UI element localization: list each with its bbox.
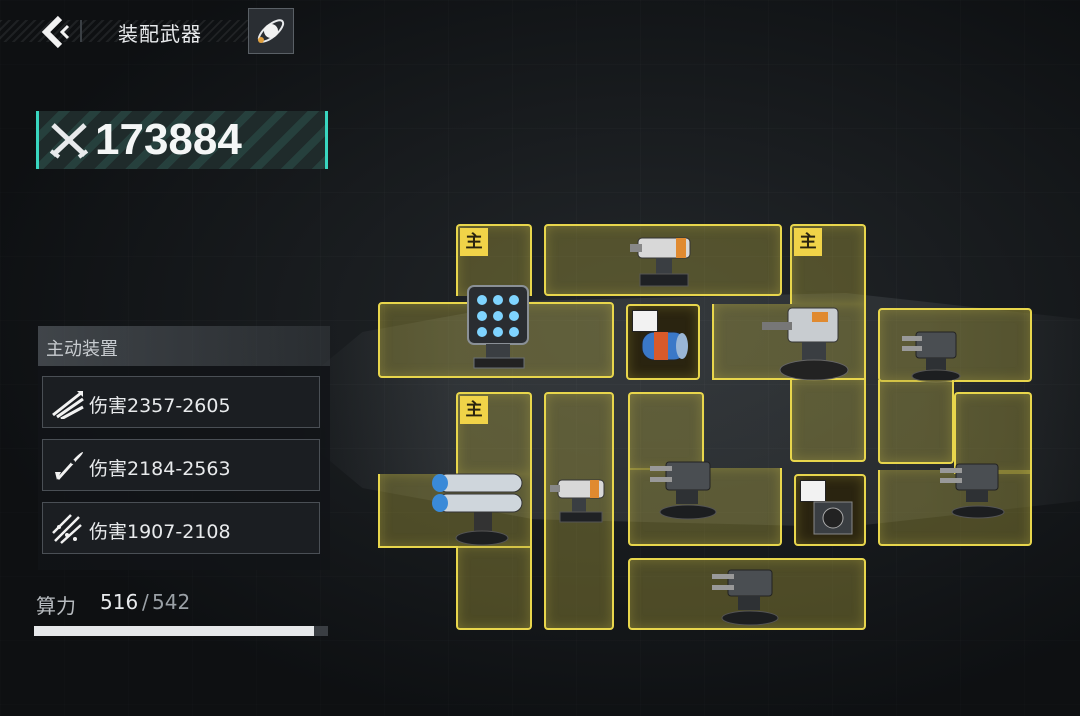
autocannon-icon <box>902 331 961 383</box>
battery-canister-icon <box>641 331 688 361</box>
twin-missile-launcher-icon <box>432 473 523 546</box>
title-divider <box>80 20 82 42</box>
active-item-label: 伤害1907-2108 <box>89 521 231 543</box>
weapon-slot-gatling-vertical[interactable] <box>544 392 614 630</box>
page-title: 装配武器 <box>118 22 202 46</box>
active-equipment-header: 主动装置 <box>38 326 330 366</box>
weapon-slot-twin-missile[interactable] <box>378 473 532 548</box>
satellite-button[interactable] <box>248 8 294 54</box>
heavy-turret-icon <box>762 307 849 381</box>
missile-pod-icon <box>467 285 529 369</box>
weapon-slot-missile-pod[interactable] <box>378 285 614 378</box>
top-bar: 装配武器 <box>0 0 300 62</box>
active-item-label: 伤害2357-2605 <box>89 395 231 417</box>
scatter-missile-icon <box>52 514 82 544</box>
weapon-slot-twin-missile-bottom[interactable] <box>456 546 532 630</box>
active-item[interactable]: 伤害2184-2563 <box>42 439 320 491</box>
combat-power-value: 173884 <box>95 115 242 164</box>
chevron-left-icon <box>41 15 70 49</box>
autocannon-icon <box>650 461 717 520</box>
weapon-slot-gatling-top[interactable] <box>544 224 782 296</box>
ammo-slot-1[interactable] <box>626 304 700 380</box>
compute-used: 516 <box>100 590 139 614</box>
main-weapon-badge: 主 <box>460 396 488 424</box>
combat-power-box: 173884 <box>36 111 328 169</box>
rocket-icon <box>55 452 83 480</box>
compute-progress-bar <box>34 626 328 636</box>
weapon-slot-heavy-turret[interactable] <box>712 304 866 381</box>
weapon-slot-autocannon-2[interactable] <box>628 461 782 546</box>
compute-label: 算力 <box>36 594 76 618</box>
back-button[interactable] <box>36 12 76 52</box>
active-equipment-title: 主动装置 <box>46 339 118 360</box>
weapon-slot-autocannon-4[interactable] <box>628 558 866 630</box>
active-equipment-list: 伤害2357-2605 伤害2184-2563 伤害1907-2108 <box>38 366 330 570</box>
weapon-slot-autocannon-3[interactable] <box>878 463 1032 546</box>
main-weapon-badge: 主 <box>794 228 822 256</box>
compute-progress-fill <box>34 626 314 636</box>
active-item[interactable]: 伤害2357-2605 <box>42 376 320 428</box>
autocannon-icon <box>940 463 1005 519</box>
weapon-slot-heavy-turret-bottom[interactable] <box>790 380 866 462</box>
compute-separator: / <box>142 590 149 614</box>
armor-module-icon <box>813 501 853 535</box>
active-item-label: 伤害2184-2563 <box>89 458 231 480</box>
gatling-turret-icon <box>550 479 605 523</box>
weapon-slot-autocannon-1[interactable] <box>878 308 1032 383</box>
ammo-slot-2[interactable] <box>794 474 866 546</box>
gatling-turret-icon <box>630 237 691 287</box>
autocannon-icon <box>712 569 779 626</box>
crossed-swords-icon <box>49 123 89 159</box>
compute-total: 542 <box>152 590 191 614</box>
triple-missile-icon <box>52 391 84 419</box>
active-equipment-panel: 主动装置 伤害2357-2605 伤害2184-2563 伤害1907-2108 <box>38 326 330 570</box>
satellite-icon <box>257 19 285 43</box>
main-weapon-badge: 主 <box>460 228 488 256</box>
active-item[interactable]: 伤害1907-2108 <box>42 502 320 554</box>
